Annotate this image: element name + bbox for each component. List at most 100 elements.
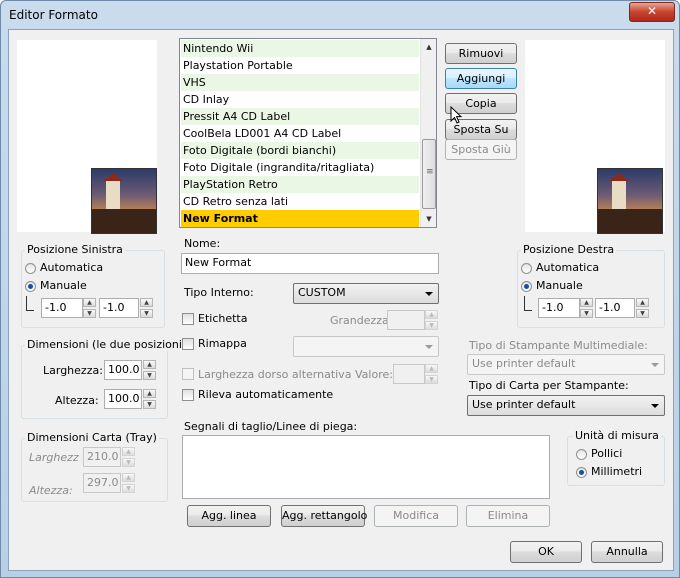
paper-width-label: Larghezz	[29, 451, 79, 464]
close-button[interactable]: ✕	[629, 2, 675, 22]
right-position-bracket-icon	[524, 296, 532, 311]
inches-label: Pollici	[591, 447, 623, 460]
auto-detect-checkbox[interactable]	[182, 389, 194, 401]
alt-spine-value-label: Valore:	[355, 368, 393, 381]
add-rect-button[interactable]: Agg. rettangolo	[281, 505, 367, 527]
remap-label: Rimappa	[198, 337, 247, 350]
right-position-title: Posizione Destra	[521, 243, 617, 256]
format-list-item[interactable]: Nintendo Wii	[181, 40, 419, 57]
right-y-input[interactable]: -1.0	[595, 298, 635, 318]
format-list-item[interactable]: New Format	[181, 210, 419, 227]
delete-button: Elimina	[466, 505, 550, 527]
height-label: Altezza:	[55, 394, 99, 407]
alt-spine-spinner: ▲ ▼	[425, 364, 438, 384]
right-y-spinner[interactable]: ▲ ▼	[636, 298, 649, 318]
format-list-item[interactable]: Foto Digitale (bordi bianchi)	[181, 142, 419, 159]
paper-height-input: 297.0	[83, 473, 121, 493]
left-position-bracket-icon	[26, 296, 34, 311]
width-input[interactable]: 100.0	[104, 360, 142, 380]
left-position-title: Posizione Sinistra	[25, 243, 125, 256]
inches-radio[interactable]	[576, 449, 587, 460]
cancel-button[interactable]: Annulla	[591, 541, 663, 563]
chevron-down-icon	[651, 363, 659, 367]
format-list-item[interactable]: Foto Digitale (ingrandita/ritagliata)	[181, 159, 419, 176]
edit-button: Modifica	[374, 505, 458, 527]
height-spinner[interactable]: ▲ ▼	[143, 389, 156, 409]
mm-label: Millimetri	[591, 465, 643, 478]
format-list-item[interactable]: VHS	[181, 74, 419, 91]
dialog-body: Nintendo Wii Playstation Portable VHS CD In…	[8, 29, 674, 571]
printer-media-select: Use printer default	[467, 354, 665, 375]
title-bar[interactable]: Editor Formato ✕	[1, 1, 679, 29]
paper-type-label: Tipo di Carta per Stampante:	[469, 379, 629, 392]
cut-lines-list[interactable]	[182, 435, 550, 499]
format-listbox[interactable]: Nintendo Wii Playstation Portable VHS CD In…	[179, 38, 437, 228]
name-input[interactable]: New Format	[181, 253, 439, 274]
left-manual-label: Manuale	[40, 279, 87, 292]
format-list-item[interactable]: CoolBela LD001 A4 CD Label	[181, 125, 419, 142]
alt-spine-checkbox	[182, 368, 194, 380]
chevron-down-icon	[425, 292, 433, 296]
width-spinner[interactable]: ▲ ▼	[143, 360, 156, 380]
right-x-input[interactable]: -1.0	[538, 298, 580, 318]
label-checkbox[interactable]	[182, 313, 194, 325]
window-title: Editor Formato	[9, 8, 98, 22]
editor-window: Editor Formato ✕ Nintendo Wii Playstation…	[0, 0, 680, 578]
units-title: Unità di misura	[573, 429, 661, 442]
scroll-thumb[interactable]	[422, 139, 436, 209]
alt-spine-input	[393, 364, 425, 384]
format-list-item[interactable]: CD Retro senza lati	[181, 193, 419, 210]
internal-type-value: CUSTOM	[298, 286, 346, 299]
paper-width-input: 210.0	[83, 447, 121, 467]
add-button[interactable]: Aggiungi	[445, 68, 517, 89]
mouse-pointer-icon	[450, 106, 463, 124]
internal-type-select[interactable]: CUSTOM	[293, 283, 439, 304]
right-preview-image	[597, 168, 663, 234]
left-auto-radio[interactable]	[25, 263, 36, 274]
format-list-item[interactable]: CD Inlay	[181, 91, 419, 108]
scroll-up-icon[interactable]: ▲	[421, 39, 436, 55]
move-down-button: Sposta Giù	[445, 139, 517, 160]
left-preview-image	[91, 168, 157, 234]
format-list-item[interactable]: Pressit A4 CD Label	[181, 108, 419, 125]
chevron-down-icon	[425, 345, 433, 349]
left-preview-panel	[17, 40, 157, 234]
remap-select	[293, 336, 439, 357]
remove-button[interactable]: Rimuovi	[445, 43, 517, 64]
ok-button[interactable]: OK	[510, 541, 582, 563]
right-manual-radio[interactable]	[521, 281, 532, 292]
printer-media-label: Tipo di Stampante Multimediale:	[469, 339, 648, 352]
right-auto-radio[interactable]	[521, 263, 532, 274]
mm-radio[interactable]	[576, 467, 587, 478]
size-input	[387, 310, 425, 330]
chevron-down-icon	[651, 404, 659, 408]
paper-type-value: Use printer default	[472, 398, 576, 411]
left-x-spinner[interactable]: ▲ ▼	[83, 298, 96, 318]
dimensions-title: Dimensioni (le due posizioni)	[25, 338, 189, 351]
right-manual-label: Manuale	[536, 279, 583, 292]
auto-detect-label: Rileva automaticamente	[198, 388, 334, 401]
printer-media-value: Use printer default	[472, 357, 576, 370]
left-manual-radio[interactable]	[25, 281, 36, 292]
units-group	[567, 436, 665, 486]
name-label: Nome:	[184, 237, 221, 250]
left-x-input[interactable]: -1.0	[41, 298, 83, 318]
format-list-item[interactable]: PlayStation Retro	[181, 176, 419, 193]
paper-type-select[interactable]: Use printer default	[467, 395, 665, 416]
paper-height-label: Altezza:	[29, 484, 73, 497]
format-list-item[interactable]: Playstation Portable	[181, 57, 419, 74]
left-y-input[interactable]: -1.0	[99, 298, 139, 318]
add-line-button[interactable]: Agg. linea	[187, 505, 271, 527]
paper-dimensions-title: Dimensioni Carta (Tray)	[25, 431, 159, 444]
left-y-spinner[interactable]: ▲ ▼	[140, 298, 153, 318]
left-auto-label: Automatica	[40, 261, 104, 274]
size-spinner: ▲ ▼	[425, 310, 438, 330]
scroll-down-icon[interactable]: ▼	[421, 211, 436, 227]
height-input[interactable]: 100.0	[104, 389, 142, 409]
alt-spine-label: Larghezza dorso alternativa	[198, 368, 352, 381]
remap-checkbox[interactable]	[182, 338, 194, 350]
right-x-spinner[interactable]: ▲ ▼	[580, 298, 593, 318]
listbox-scrollbar[interactable]: ▲ ▼	[420, 39, 436, 227]
right-auto-label: Automatica	[536, 261, 600, 274]
size-label: Grandezza	[330, 314, 389, 327]
